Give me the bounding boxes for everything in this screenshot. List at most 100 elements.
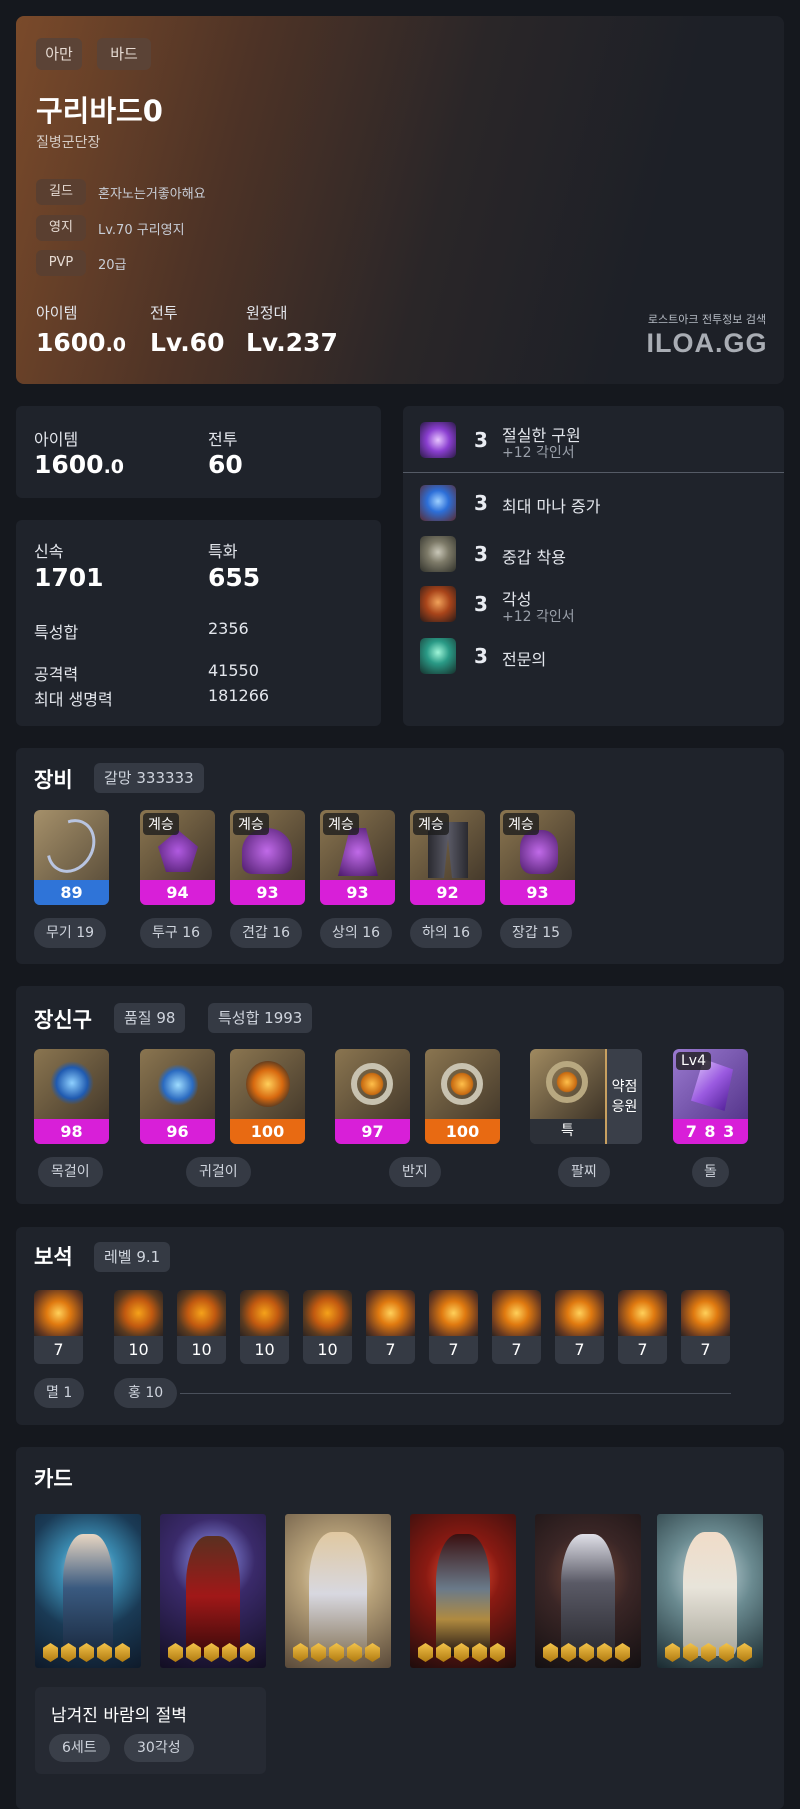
weapon-icon[interactable]: 89: [34, 810, 109, 905]
gem-slot[interactable]: 10: [177, 1290, 226, 1364]
gem-slot[interactable]: 10: [303, 1290, 352, 1364]
earring-icon[interactable]: 96: [140, 1049, 215, 1144]
bracelet-grade: 특: [530, 1119, 605, 1144]
necklace-icon[interactable]: 98: [34, 1049, 109, 1144]
shoulder-quality: 93: [230, 880, 305, 905]
card-portrait-4[interactable]: [410, 1514, 516, 1668]
gem-value: 7: [637, 1340, 648, 1359]
card-figure: [186, 1536, 240, 1656]
ring-icon[interactable]: 100: [425, 1049, 500, 1144]
gem-art: [681, 1290, 730, 1336]
engraving-name: 최대 마나 증가: [502, 497, 601, 516]
guild-value: 혼자노는거좋아해요: [98, 187, 206, 202]
gem-value: 10: [254, 1340, 275, 1359]
bracelet-art: [530, 1049, 605, 1119]
brand-logo[interactable]: ILOA.GG: [628, 328, 784, 359]
gloves-quality: 93: [500, 880, 575, 905]
class-badge: 바드: [97, 38, 151, 70]
awakening-gems: [665, 1643, 752, 1662]
pvp-value: 20급: [98, 258, 127, 273]
helmet-tag: 계승: [143, 813, 179, 835]
guild-key: 길드: [36, 179, 86, 205]
estate-value: Lv.70 구리영지: [98, 223, 185, 238]
pants-tag: 계승: [413, 813, 449, 835]
ring-art: [441, 1063, 483, 1105]
engraving-sub: +12 각인서: [502, 609, 575, 625]
card-portrait-5[interactable]: [535, 1514, 641, 1668]
gem-art: [34, 1290, 83, 1336]
gem-slot[interactable]: 10: [240, 1290, 289, 1364]
level-card: 아이템 1600.0 전투 60: [16, 406, 381, 498]
card-portrait-1[interactable]: [35, 1514, 141, 1668]
engraving-sub: +12 각인서: [502, 445, 575, 461]
awakening-gems: [293, 1643, 380, 1662]
awakening-gems: [168, 1643, 255, 1662]
engraving-row[interactable]: 3 절실한 구원 +12 각인서: [420, 422, 770, 462]
card-portrait-6[interactable]: [657, 1514, 763, 1668]
level-combat-label: 전투: [208, 430, 238, 449]
gem-value: 7: [53, 1340, 64, 1359]
equipment-title: 장비: [34, 768, 73, 792]
shoulder-icon[interactable]: 계승 93: [230, 810, 305, 905]
shoulder-tag: 계승: [233, 813, 269, 835]
hero-item-label: 아이템: [36, 304, 78, 322]
card-figure: [63, 1534, 113, 1654]
earring-icon[interactable]: 100: [230, 1049, 305, 1144]
stat-sum-label: 특성합: [34, 623, 79, 642]
gloves-tag: 계승: [503, 813, 539, 835]
ability-stone-icon[interactable]: Lv4 7 8 3: [673, 1049, 748, 1144]
gem-art: [492, 1290, 541, 1336]
gem-art: [177, 1290, 226, 1336]
gem-slot[interactable]: 7: [492, 1290, 541, 1364]
necklace-label: 목걸이: [38, 1157, 103, 1187]
chest-icon[interactable]: 계승 93: [320, 810, 395, 905]
ring-icon[interactable]: 97: [335, 1049, 410, 1144]
engraving-name: 전문의: [502, 650, 547, 669]
stats-card: 신속 1701 특화 655 특성합 2356 공격력 41550 최대 생명력…: [16, 520, 381, 726]
spec-label: 특화: [208, 542, 238, 561]
necklace-art: [50, 1061, 94, 1105]
gem-slot[interactable]: 10: [114, 1290, 163, 1364]
gem-slot[interactable]: 7: [429, 1290, 478, 1364]
engraving-level: 3: [474, 491, 488, 515]
engraving-row[interactable]: 3 최대 마나 증가: [420, 485, 770, 525]
gem-slot[interactable]: 7: [34, 1290, 83, 1364]
chest-tag: 계승: [323, 813, 359, 835]
gem-value: 10: [317, 1340, 338, 1359]
equipment-set-badge: 갈망 333333: [94, 763, 204, 793]
bracelet-side-effect: 약점 응원: [605, 1049, 642, 1144]
gem-value: 7: [511, 1340, 522, 1359]
gem-value: 7: [574, 1340, 585, 1359]
card-portrait-3[interactable]: [285, 1514, 391, 1668]
gem-value: 7: [385, 1340, 396, 1359]
gem-slot[interactable]: 7: [681, 1290, 730, 1364]
weapon-label: 무기 19: [34, 918, 107, 948]
engraving-row[interactable]: 3 각성 +12 각인서: [420, 586, 770, 626]
pants-icon[interactable]: 계승 92: [410, 810, 485, 905]
gloves-icon[interactable]: 계승 93: [500, 810, 575, 905]
card-portrait-2[interactable]: [160, 1514, 266, 1668]
engraving-row[interactable]: 3 전문의: [420, 638, 770, 678]
engraving-level: 3: [474, 644, 488, 668]
gem-slot[interactable]: 7: [366, 1290, 415, 1364]
accessory-quality-badge: 품질 98: [114, 1003, 186, 1033]
pvp-key: PVP: [36, 250, 86, 276]
gem-slot[interactable]: 7: [618, 1290, 667, 1364]
gem-slot[interactable]: 7: [555, 1290, 604, 1364]
hero-expedition-value: Lv.237: [246, 328, 338, 357]
weapon-quality: 89: [34, 880, 109, 905]
card-set-panel: 남겨진 바람의 절벽 6세트 30각성: [35, 1687, 266, 1774]
card-figure: [436, 1534, 490, 1656]
hp-label: 최대 생명력: [34, 690, 113, 709]
equipment-card: 장비 갈망 333333: [16, 748, 784, 964]
gem-level-badge: 레벨 9.1: [94, 1242, 171, 1272]
gem-art: [366, 1290, 415, 1336]
estate-key: 영지: [36, 215, 86, 241]
engrave-blue-icon: [420, 485, 456, 521]
bracelet-icon[interactable]: 특 약점 응원: [530, 1049, 642, 1144]
helmet-icon[interactable]: 계승 94: [140, 810, 215, 905]
hp-value: 181266: [208, 686, 270, 705]
engraving-row[interactable]: 3 중갑 착용: [420, 536, 770, 576]
hero-combat-label: 전투: [150, 304, 178, 322]
ring-quality: 97: [335, 1119, 410, 1144]
